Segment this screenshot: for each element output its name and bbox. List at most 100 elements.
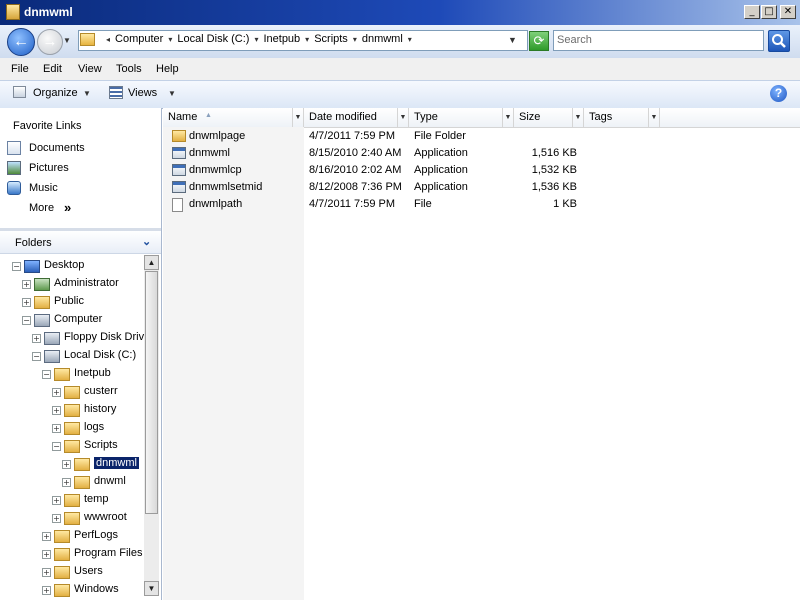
folder-icon [64, 386, 80, 399]
favorite-music[interactable]: Music [29, 182, 58, 194]
collapse-icon[interactable]: − [32, 352, 41, 361]
collapse-icon[interactable]: − [42, 370, 51, 379]
scroll-down-button[interactable]: ▼ [144, 581, 159, 596]
tree-item[interactable]: − Local Disk (C:) [0, 348, 144, 366]
collapse-icon[interactable]: − [12, 262, 21, 271]
expand-icon[interactable]: + [42, 550, 51, 559]
tree-item[interactable]: + logs [0, 420, 144, 438]
file-row[interactable]: dnmwmlsetmid 8/12/2008 7:36 PM Application… [163, 179, 800, 196]
tree-item[interactable]: + temp [0, 492, 144, 510]
expand-icon[interactable]: + [42, 532, 51, 541]
folder-icon [54, 566, 70, 579]
favorite-pictures[interactable]: Pictures [29, 162, 69, 174]
breadcrumb-item[interactable]: dnmwml [362, 33, 403, 45]
chevron-down-icon[interactable]: ▼ [648, 108, 659, 127]
chevrons-right-icon[interactable]: » [64, 200, 71, 215]
search-button[interactable] [768, 30, 790, 52]
expand-icon[interactable]: + [52, 406, 61, 415]
expand-icon[interactable]: + [42, 586, 51, 595]
tree-item[interactable]: + Public [0, 294, 144, 312]
chevron-down-icon[interactable]: ▾ [408, 35, 412, 44]
chevron-right-icon[interactable]: ◂ [106, 35, 110, 44]
chevron-down-icon[interactable]: ▼ [292, 108, 303, 127]
tree-item[interactable]: + Windows [0, 582, 144, 600]
chevron-down-icon[interactable]: ▼ [397, 108, 408, 127]
tree-item[interactable]: − Computer [0, 312, 144, 330]
close-button[interactable]: ✕ [780, 5, 796, 19]
tree-item[interactable]: + dnwml [0, 474, 144, 492]
file-row[interactable]: dnmwmlcp 8/16/2010 2:02 AM Application 1,53… [163, 162, 800, 179]
tree-item[interactable]: + Program Files [0, 546, 144, 564]
chevron-down-icon[interactable]: ▾ [353, 35, 357, 44]
expand-icon[interactable]: + [22, 280, 31, 289]
tree-item-label: Computer [54, 313, 103, 325]
expand-icon[interactable]: + [52, 388, 61, 397]
scrollbar-thumb[interactable] [145, 271, 158, 514]
file-type: Application [414, 181, 468, 193]
breadcrumb-item[interactable]: Local Disk (C:) [177, 33, 249, 45]
tree-item[interactable]: − Desktop [0, 258, 144, 276]
menu-file[interactable]: File [11, 63, 29, 75]
tree-item[interactable]: + wwwroot [0, 510, 144, 528]
chevron-down-icon[interactable]: ▼ [572, 108, 583, 127]
expand-icon[interactable]: + [32, 334, 41, 343]
expand-icon[interactable]: + [22, 298, 31, 307]
file-type: Application [414, 164, 468, 176]
tree-item[interactable]: + custerr [0, 384, 144, 402]
breadcrumb-item[interactable]: Computer [115, 33, 163, 45]
chevron-down-icon[interactable]: ▾ [254, 35, 258, 44]
expand-icon[interactable]: + [52, 514, 61, 523]
scroll-up-button[interactable]: ▲ [144, 255, 159, 270]
tree-item[interactable]: + Users [0, 564, 144, 582]
recent-pages-dropdown-icon[interactable]: ▼ [63, 36, 71, 45]
collapse-icon[interactable]: − [52, 442, 61, 451]
expand-icon[interactable]: + [62, 460, 71, 469]
tree-item[interactable]: + history [0, 402, 144, 420]
maximize-button[interactable]: □ [761, 5, 777, 19]
favorite-more[interactable]: More [29, 202, 54, 214]
breadcrumb-item[interactable]: Scripts [314, 33, 348, 45]
file-row[interactable]: dnmwml 8/15/2010 2:40 AM Application 1,516 … [163, 145, 800, 162]
expand-icon[interactable]: + [52, 424, 61, 433]
favorite-documents[interactable]: Documents [29, 142, 85, 154]
folder-icon [6, 4, 20, 20]
views-button[interactable]: Views [128, 87, 157, 99]
favorite-links-title: Favorite Links [13, 120, 82, 132]
help-icon[interactable]: ? [770, 85, 787, 102]
column-name[interactable]: Name [163, 108, 304, 127]
chevron-down-icon[interactable]: ▼ [168, 89, 176, 98]
back-button[interactable]: ← [7, 28, 35, 56]
tree-item[interactable]: − Scripts [0, 438, 144, 456]
minimize-button[interactable]: _ [744, 5, 760, 19]
collapse-icon[interactable]: − [22, 316, 31, 325]
chevron-down-icon[interactable]: ▾ [305, 35, 309, 44]
chevron-down-icon[interactable]: ▾ [168, 35, 172, 44]
tree-item[interactable]: − Inetpub [0, 366, 144, 384]
tree-item[interactable]: + Floppy Disk Drive [0, 330, 144, 348]
music-icon [7, 181, 21, 195]
tree-item[interactable]: + Administrator [0, 276, 144, 294]
file-size: 1,516 KB [531, 147, 577, 159]
expand-icon[interactable]: + [42, 568, 51, 577]
folder-icon [64, 404, 80, 417]
refresh-button[interactable]: ⟳ [529, 31, 549, 51]
menu-tools[interactable]: Tools [116, 63, 142, 75]
forward-button[interactable]: → [37, 29, 63, 55]
breadcrumb-item[interactable]: Inetpub [263, 33, 300, 45]
column-type[interactable]: Type [409, 108, 514, 127]
tree-item[interactable]: + dnmwml [0, 456, 144, 474]
address-dropdown-icon[interactable]: ▼ [508, 35, 517, 45]
chevron-down-icon[interactable]: ⌄ [142, 235, 151, 248]
chevron-down-icon[interactable]: ▼ [502, 108, 513, 127]
chevron-down-icon[interactable]: ▼ [83, 89, 91, 98]
expand-icon[interactable]: + [62, 478, 71, 487]
file-row[interactable]: dnwmlpath 4/7/2011 7:59 PM File 1 KB [163, 196, 800, 213]
menu-help[interactable]: Help [156, 63, 179, 75]
expand-icon[interactable]: + [52, 496, 61, 505]
column-date-modified[interactable]: Date modified [304, 108, 409, 127]
file-row[interactable]: dnwmlpage 4/7/2011 7:59 PM File Folder [163, 128, 800, 145]
tree-item[interactable]: + PerfLogs [0, 528, 144, 546]
organize-button[interactable]: Organize [33, 87, 78, 99]
menu-edit[interactable]: Edit [43, 63, 62, 75]
menu-view[interactable]: View [78, 63, 102, 75]
